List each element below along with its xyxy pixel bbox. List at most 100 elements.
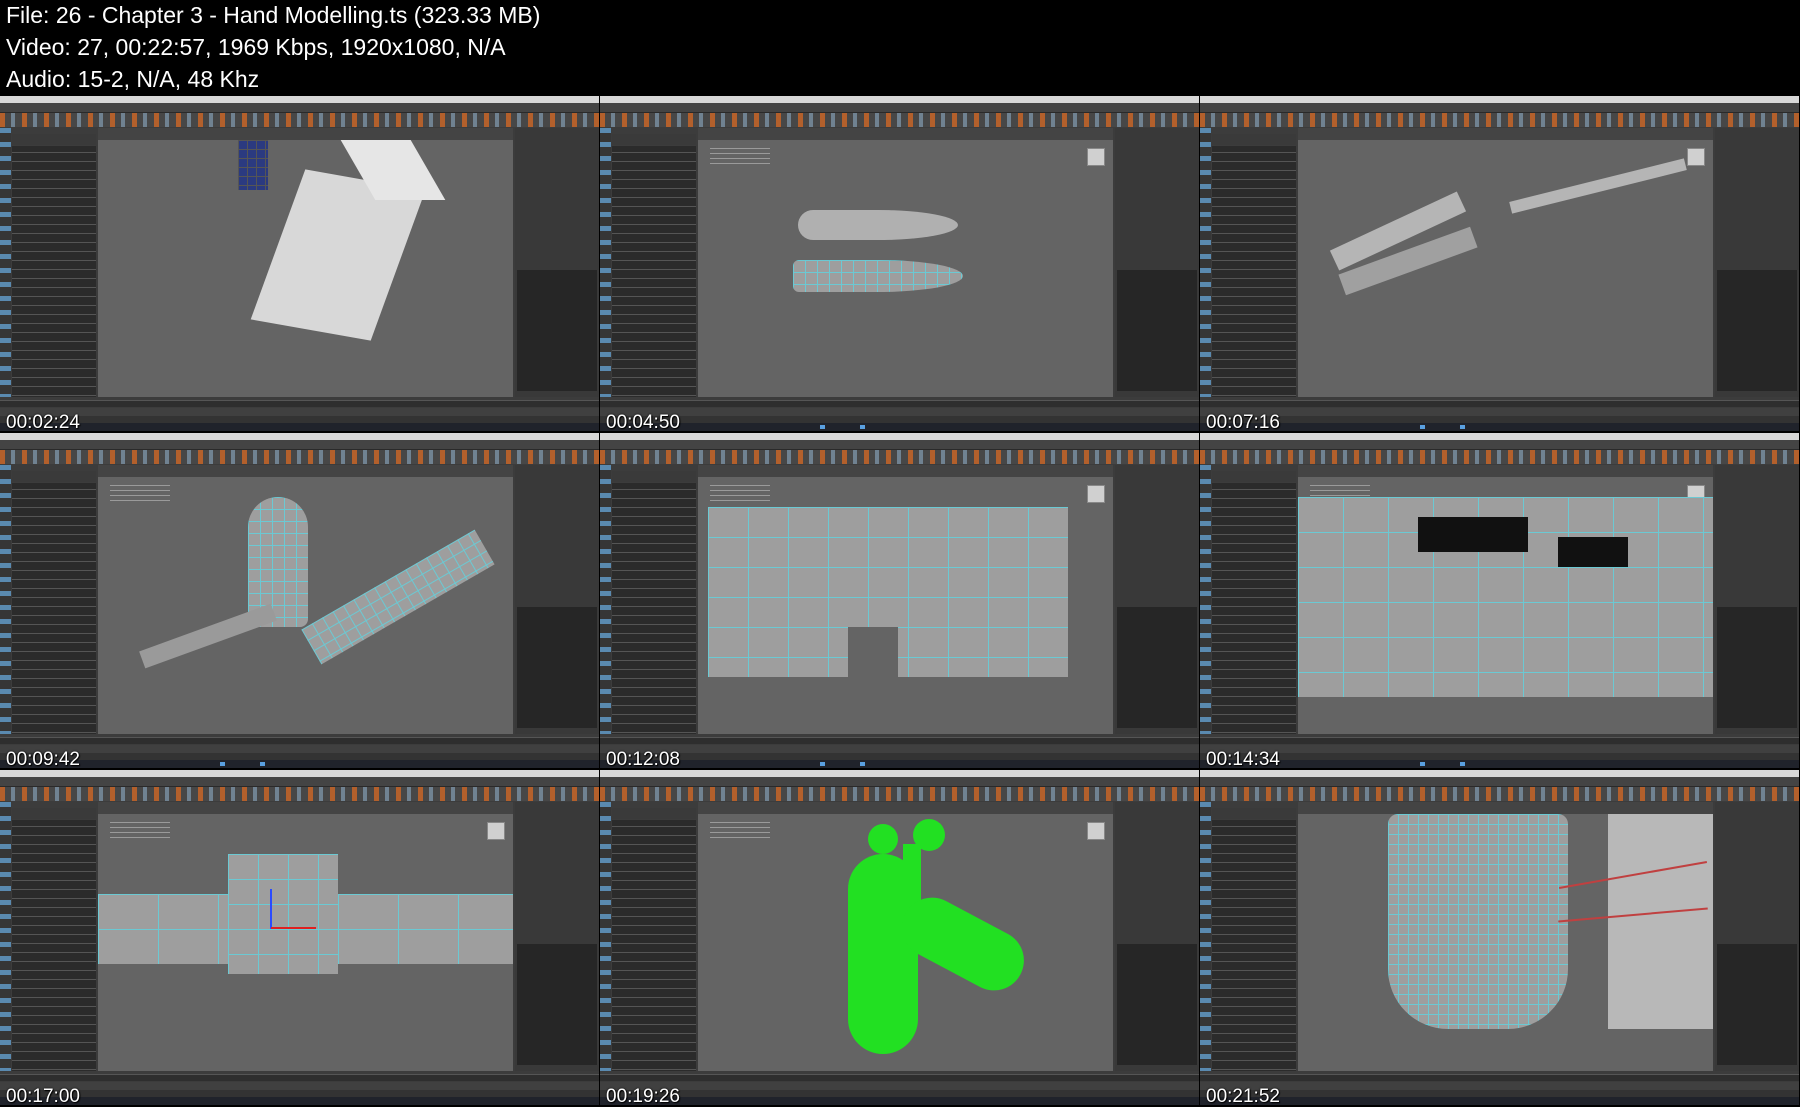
outliner-panel: [1212, 820, 1296, 1071]
menu-bar: [1200, 777, 1799, 787]
outliner-header: [612, 134, 696, 145]
window-titlebar: [600, 770, 1199, 777]
command-line: [1200, 416, 1799, 423]
window-titlebar: [0, 96, 599, 103]
taskbar: [0, 423, 599, 431]
file-info-header: File: 26 - Chapter 3 - Hand Modelling.ts…: [0, 0, 1800, 96]
timestamp: 00:07:16: [1206, 412, 1280, 431]
view-cube-icon[interactable]: [1687, 148, 1705, 166]
viewport-menu: [1298, 128, 1713, 140]
outliner-header: [612, 808, 696, 819]
range-slider: [1200, 1082, 1799, 1090]
viewport: [1298, 814, 1713, 1071]
window-titlebar: [1200, 770, 1799, 777]
thumbnail-3[interactable]: 00:07:16: [1200, 96, 1799, 431]
viewport: [98, 814, 513, 1071]
range-slider: [600, 745, 1199, 753]
outliner-panel: [1212, 146, 1296, 397]
file-info-line: File: 26 - Chapter 3 - Hand Modelling.ts…: [6, 2, 541, 28]
view-cube-icon[interactable]: [1087, 148, 1105, 166]
view-cube-icon[interactable]: [1087, 822, 1105, 840]
move-gizmo-x-axis[interactable]: [271, 927, 316, 929]
thumbnail-1[interactable]: 00:02:24: [0, 96, 599, 431]
viewport-menu: [1298, 465, 1713, 477]
move-gizmo-y-axis[interactable]: [270, 889, 272, 929]
menu-bar: [0, 777, 599, 787]
viewport-menu: [1298, 802, 1713, 814]
timeline: [1200, 400, 1799, 407]
viewport: [698, 814, 1113, 1071]
window-titlebar: [0, 770, 599, 777]
thumbnail-5[interactable]: 00:12:08: [600, 433, 1199, 768]
outliner-header: [612, 471, 696, 482]
range-slider: [1200, 408, 1799, 416]
timestamp: 00:04:50: [606, 412, 680, 431]
taskbar: [600, 423, 1199, 431]
finger-mesh: [301, 529, 495, 665]
finger-mesh-2: [139, 603, 277, 669]
timestamp: 00:02:24: [6, 412, 80, 431]
thumbnail-4[interactable]: 00:09:42: [0, 433, 599, 768]
timeline: [1200, 1074, 1799, 1081]
taskbar: [0, 760, 599, 768]
thumbnail-6[interactable]: 00:14:34: [1200, 433, 1799, 768]
cylinder-mesh: [1509, 158, 1687, 214]
command-line: [600, 1090, 1199, 1097]
menu-bar: [1200, 103, 1799, 113]
thumbnail-9[interactable]: 00:21:52: [1200, 770, 1799, 1105]
attribute-editor: [515, 465, 599, 734]
shelf-toolbar: [1200, 113, 1799, 127]
hud-stats: [710, 822, 770, 840]
viewport-menu: [698, 802, 1113, 814]
hud-stats: [710, 148, 770, 166]
outliner-panel: [12, 483, 96, 734]
outliner-panel: [612, 146, 696, 397]
viewport-menu: [98, 128, 513, 140]
menu-bar: [600, 777, 1199, 787]
attribute-editor: [1115, 802, 1199, 1071]
timestamp: 00:14:34: [1206, 749, 1280, 768]
command-line: [0, 753, 599, 760]
toolbox: [600, 802, 611, 1071]
toolbox: [600, 128, 611, 397]
timeline: [1200, 737, 1799, 744]
view-cube-icon[interactable]: [487, 822, 505, 840]
thumbnail-7[interactable]: 00:17:00: [0, 770, 599, 1105]
smooth-finger-tip: [868, 824, 898, 854]
palm-gap: [848, 627, 898, 687]
outliner-panel: [612, 483, 696, 734]
toolbox: [0, 128, 11, 397]
bridge-faces-dark: [1418, 517, 1528, 552]
finger-mesh-selected: [793, 260, 963, 292]
reference-figure: [238, 140, 268, 190]
taskbar: [1200, 760, 1799, 768]
shelf-toolbar: [0, 113, 599, 127]
toolbox: [1200, 802, 1211, 1071]
outliner-panel: [1212, 483, 1296, 734]
attribute-editor: [1115, 128, 1199, 397]
range-slider: [0, 745, 599, 753]
command-line: [0, 1090, 599, 1097]
attribute-editor: [1115, 465, 1199, 734]
menu-bar: [600, 440, 1199, 450]
thumbnail-8[interactable]: 00:19:26: [600, 770, 1199, 1105]
hud-stats: [110, 485, 170, 503]
command-line: [600, 753, 1199, 760]
thumbnail-2[interactable]: 00:04:50: [600, 96, 1199, 431]
toolbox: [0, 802, 11, 1071]
window-titlebar: [1200, 96, 1799, 103]
window-titlebar: [1200, 433, 1799, 440]
outliner-panel: [612, 820, 696, 1071]
command-line: [1200, 1090, 1799, 1097]
audio-info-line: Audio: 15-2, N/A, 48 Khz: [6, 66, 260, 92]
palm-center-mesh: [228, 854, 338, 974]
taskbar: [0, 1097, 599, 1105]
timeline: [0, 737, 599, 744]
taskbar: [1200, 1097, 1799, 1105]
menu-bar: [1200, 440, 1799, 450]
view-cube-icon[interactable]: [1087, 485, 1105, 503]
wrist-mesh: [1388, 814, 1568, 1029]
viewport: [98, 477, 513, 734]
shelf-toolbar: [1200, 787, 1799, 801]
outliner-header: [12, 134, 96, 145]
